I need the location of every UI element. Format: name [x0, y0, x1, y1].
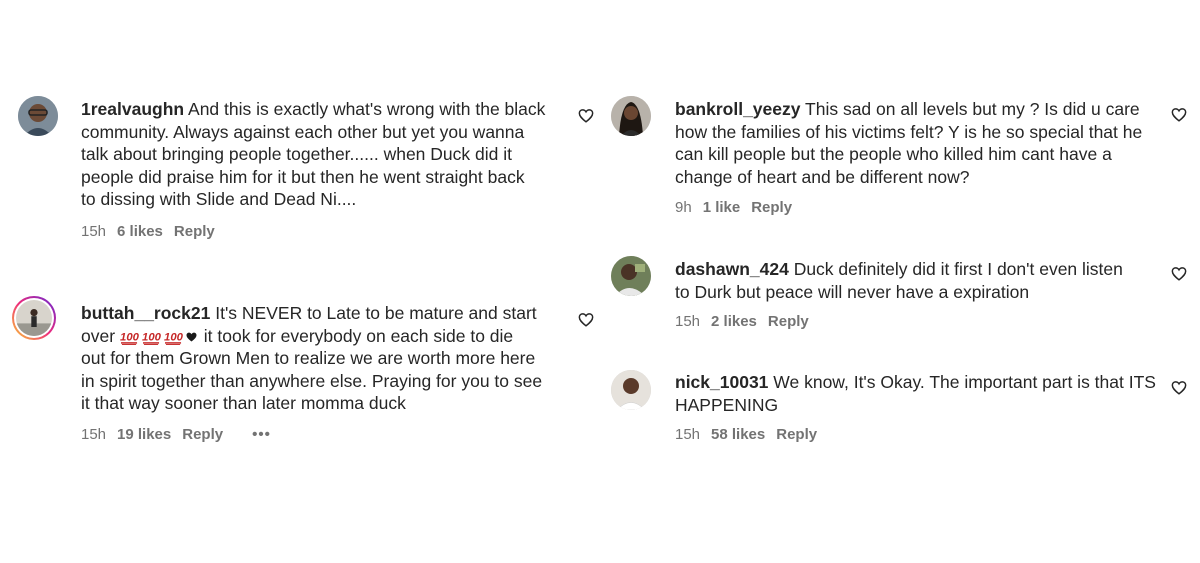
- comment-text: This sad on all levels but my ? Is did u…: [805, 99, 1140, 119]
- username[interactable]: nick_10031: [675, 372, 768, 392]
- likes-count[interactable]: 19 likes: [117, 426, 171, 443]
- heart-icon[interactable]: [578, 108, 594, 123]
- more-options-icon[interactable]: •••: [252, 426, 271, 443]
- timestamp: 9h: [675, 199, 692, 216]
- comment-meta: 15h 2 likes Reply: [675, 313, 820, 330]
- heart-icon[interactable]: [1171, 380, 1187, 395]
- svg-text:100: 100: [164, 331, 183, 343]
- reply-button[interactable]: Reply: [768, 313, 809, 330]
- svg-text:100: 100: [142, 331, 161, 343]
- reply-button[interactable]: Reply: [182, 426, 223, 443]
- avatar[interactable]: [611, 96, 651, 136]
- username[interactable]: dashawn_424: [675, 259, 789, 279]
- comment-text: people did praise him for it but then he…: [81, 166, 525, 187]
- svg-text:100: 100: [120, 331, 139, 343]
- hundred-points-icon: 100: [164, 328, 183, 345]
- username[interactable]: buttah__rock21: [81, 303, 210, 323]
- timestamp: 15h: [81, 426, 107, 443]
- avatar[interactable]: [12, 296, 56, 340]
- likes-count[interactable]: 2 likes: [711, 313, 757, 330]
- username[interactable]: 1realvaughn: [81, 99, 184, 119]
- comment-text: to dissing with Slide and Dead Ni....: [81, 189, 357, 209]
- avatar[interactable]: [611, 370, 651, 410]
- heart-icon[interactable]: [578, 312, 594, 327]
- comment-text: to Durk but peace will never have a expi…: [675, 281, 1030, 302]
- comment-text: it took for everybody on each side to di…: [203, 325, 514, 346]
- comment-text: can kill people but the people who kille…: [675, 144, 1112, 164]
- comment-text: out for them Grown Men to realize we are…: [81, 348, 536, 368]
- heart-icon[interactable]: [1171, 107, 1187, 122]
- comment-text: change of heart and be different now?: [675, 166, 970, 187]
- comment-meta: 9h 1 like Reply: [675, 199, 803, 216]
- timestamp: 15h: [81, 223, 107, 240]
- comment-text: We know, It's Okay. The important part i…: [773, 372, 1156, 392]
- comment-text: how the families of his victims felt? Y …: [675, 121, 1143, 142]
- reply-button[interactable]: Reply: [751, 199, 792, 216]
- avatar[interactable]: [18, 96, 58, 136]
- timestamp: 15h: [675, 313, 701, 330]
- comment-text: And this is exactly what's wrong with th…: [188, 99, 546, 119]
- comment-meta: 15h 19 likes Reply •••: [81, 426, 282, 443]
- heart-icon[interactable]: [1171, 266, 1187, 281]
- hundred-points-icon: 100: [120, 328, 139, 345]
- timestamp: 15h: [675, 426, 701, 443]
- reply-button[interactable]: Reply: [174, 223, 215, 240]
- comment-meta: 15h 58 likes Reply: [675, 426, 828, 443]
- comment-text: Duck definitely did it first I don't eve…: [793, 259, 1123, 279]
- comment-text: it that way sooner than later momma duck: [81, 393, 406, 413]
- reply-button[interactable]: Reply: [776, 426, 817, 443]
- comment-text: in spirit together than anywhere else. P…: [81, 370, 543, 391]
- comment-meta: 15h 6 likes Reply: [81, 223, 226, 240]
- hundred-points-icon: 100: [142, 328, 161, 345]
- comment-text: talk about bringing people together.....…: [81, 144, 512, 164]
- likes-count[interactable]: 6 likes: [117, 223, 163, 240]
- avatar[interactable]: [611, 256, 651, 296]
- comment-text: HAPPENING: [675, 394, 779, 415]
- username[interactable]: bankroll_yeezy: [675, 99, 800, 119]
- likes-count[interactable]: 58 likes: [711, 426, 765, 443]
- comment-text: over: [81, 325, 116, 346]
- likes-count[interactable]: 1 like: [703, 199, 741, 216]
- comment-text: community. Always against each other but…: [81, 121, 525, 142]
- black-heart-icon: [186, 332, 197, 342]
- comment-text: It's NEVER to Late to be mature and star…: [215, 303, 537, 323]
